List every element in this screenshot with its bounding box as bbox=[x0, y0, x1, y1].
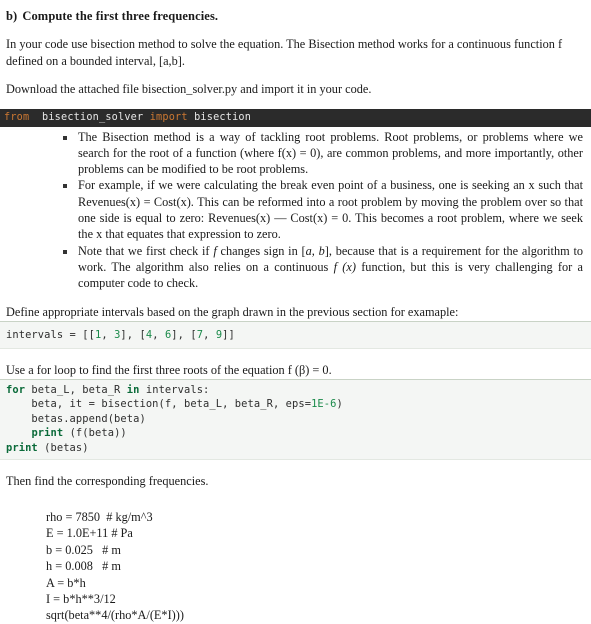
print-arg: (betas) bbox=[37, 441, 89, 454]
list-item-text-part1: Note that we first check if bbox=[78, 243, 214, 258]
paragraph-intro: In your code use bisection method to sol… bbox=[6, 37, 563, 68]
page-title: b) Compute the first three frequencies. bbox=[0, 0, 591, 24]
math-italic-fx: f (x) bbox=[333, 259, 356, 274]
section-label: b) bbox=[6, 9, 18, 23]
paragraph-use-for-loop: Use a for loop to find the first three r… bbox=[6, 363, 332, 378]
bullet-list: The Bisection method is a way of tacklin… bbox=[0, 127, 591, 292]
paragraph-define-intervals: Define appropriate intervals based on th… bbox=[6, 305, 459, 320]
square-bullet-icon bbox=[63, 184, 67, 189]
list-item: For example, if we were calculating the … bbox=[0, 177, 583, 242]
bisection-call: beta, it = bisection(f, beta_L, beta_R, … bbox=[6, 398, 312, 411]
keyword-from: from bbox=[4, 111, 30, 123]
imported-name: bisection bbox=[194, 111, 252, 123]
keyword-print: print bbox=[31, 427, 64, 440]
square-bullet-icon bbox=[63, 249, 67, 254]
code-block-loop: for beta_L, beta_R in intervals: beta, i… bbox=[0, 378, 591, 461]
keyword-import: import bbox=[149, 111, 188, 123]
code-block-intervals: intervals = [[1, 3], [4, 6], [7, 9]] bbox=[0, 320, 591, 350]
paragraph-then-find: Then find the corresponding frequencies. bbox=[6, 474, 209, 489]
list-item-text-part2: changes sign in [ bbox=[216, 243, 306, 258]
bisection-call-tail: ) bbox=[336, 398, 343, 411]
loop-iterable: intervals: bbox=[139, 383, 210, 396]
parameters-block: rho = 7850 # kg/m^3 E = 1.0E+11 # Pa b =… bbox=[46, 509, 184, 623]
list-item: The Bisection method is a way of tacklin… bbox=[0, 129, 583, 178]
code-block-import: from bisection_solver import bisection bbox=[0, 108, 591, 127]
list-item: Note that we first check if f changes si… bbox=[0, 243, 583, 292]
square-bullet-icon bbox=[63, 135, 67, 140]
append-call: betas.append(beta) bbox=[6, 412, 146, 425]
section-heading-text: Compute the first three frequencies. bbox=[22, 9, 219, 23]
document-page: b) Compute the first three frequencies. I… bbox=[0, 0, 591, 622]
keyword-print: print bbox=[6, 441, 38, 454]
paragraph-download: Download the attached file bisection_sol… bbox=[6, 82, 372, 96]
math-italic-ab: a, b bbox=[305, 243, 325, 258]
module-name: bisection_solver bbox=[42, 111, 144, 123]
list-item-label: For example, if we were calculating the … bbox=[78, 178, 583, 242]
loop-vars: beta_L, beta_R bbox=[25, 383, 127, 396]
list-item-label: The Bisection method is a way of tacklin… bbox=[78, 129, 583, 177]
keyword-for: for bbox=[6, 383, 26, 396]
eps-value: 1E-6 bbox=[311, 398, 337, 411]
print-arg: (f(beta)) bbox=[63, 427, 127, 440]
keyword-in: in bbox=[126, 383, 140, 396]
print-indent bbox=[6, 427, 31, 439]
